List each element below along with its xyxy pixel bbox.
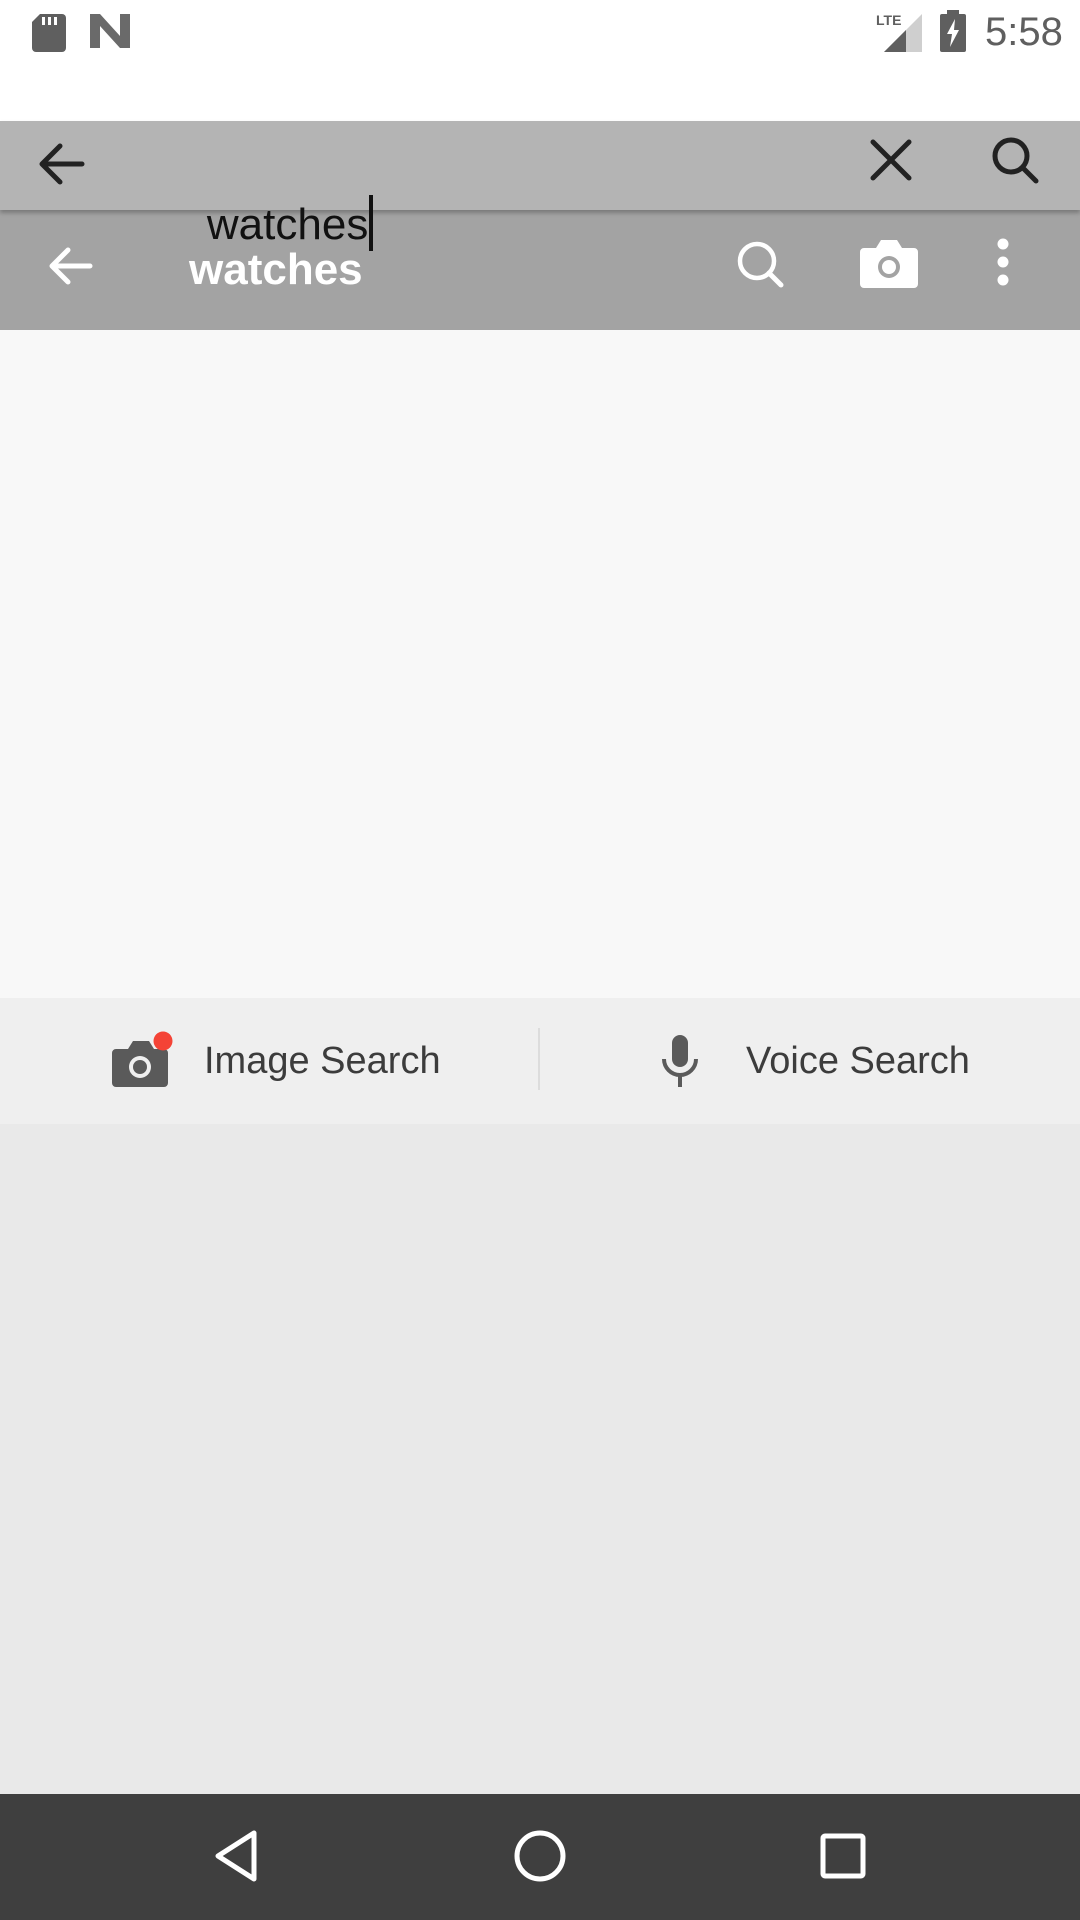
voice-search-button[interactable]: Voice Search: [660, 998, 970, 1124]
search-options-bar: Image Search Voice Search: [0, 998, 1080, 1124]
camera-icon: [110, 1031, 174, 1091]
lte-signal-icon: LTE: [876, 12, 924, 52]
svg-text:LTE: LTE: [876, 12, 901, 28]
search-icon[interactable]: [736, 240, 786, 290]
arrow-left-icon[interactable]: [46, 241, 96, 291]
more-vert-icon[interactable]: [996, 238, 1010, 286]
n-logo-icon: [90, 14, 130, 48]
nav-recents-icon[interactable]: [820, 1833, 866, 1879]
notification-badge: [153, 1031, 173, 1051]
system-nav-bar: [0, 1794, 1080, 1920]
close-icon[interactable]: [868, 137, 914, 183]
sd-card-icon: [32, 14, 66, 52]
battery-charging-icon: [938, 10, 968, 52]
camera-icon[interactable]: [860, 236, 918, 290]
status-clock: 5:58: [985, 10, 1063, 54]
arrow-left-icon[interactable]: [36, 137, 90, 191]
status-bar: LTE 5:58: [0, 0, 1080, 121]
voice-search-label: Voice Search: [746, 1039, 970, 1082]
background-area: [0, 1124, 1080, 1794]
search-input[interactable]: watches: [158, 135, 374, 315]
search-icon[interactable]: [990, 135, 1040, 185]
suggestions-area: [0, 330, 1080, 998]
divider: [538, 1028, 540, 1090]
nav-home-icon[interactable]: [513, 1829, 567, 1883]
search-bar: watches: [0, 121, 1080, 252]
microphone-icon: [660, 1033, 700, 1089]
text-caret: [369, 195, 374, 252]
search-query-text: watches: [206, 200, 369, 249]
image-search-label: Image Search: [204, 1039, 441, 1082]
nav-back-icon[interactable]: [212, 1829, 260, 1883]
image-search-button[interactable]: Image Search: [110, 998, 441, 1124]
